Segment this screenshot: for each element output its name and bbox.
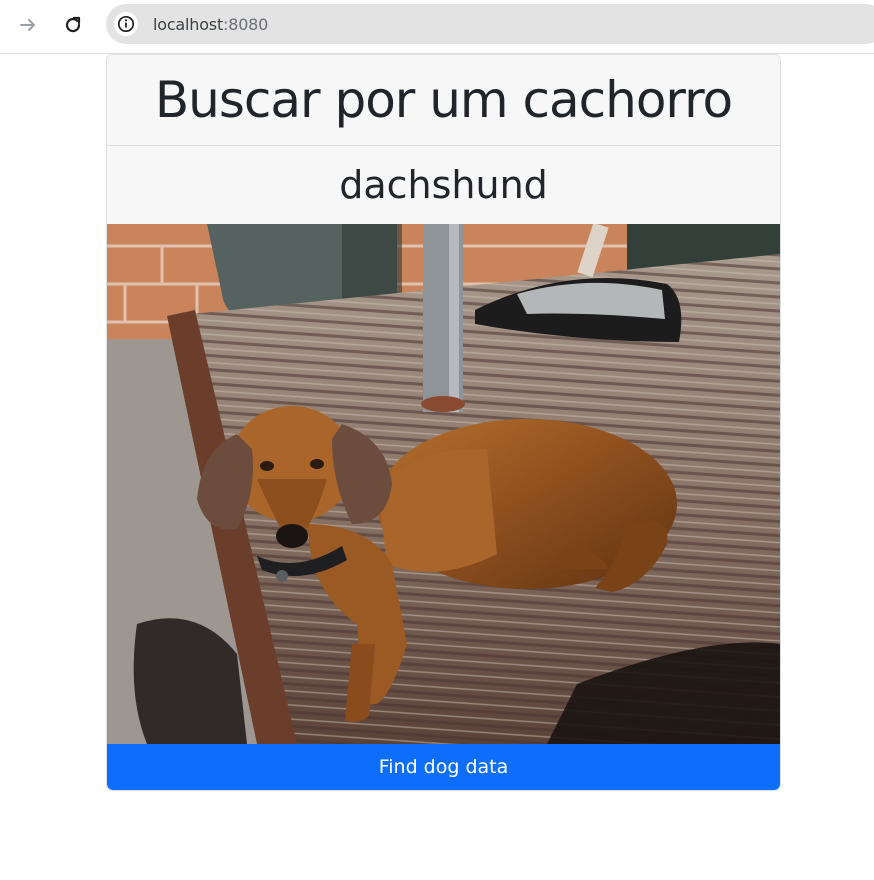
url-text[interactable]: localhost:8080 (153, 15, 268, 34)
arrow-right-icon (20, 19, 35, 31)
url-port: :8080 (223, 15, 269, 34)
address-bar[interactable]: localhost:8080 (106, 4, 874, 44)
page-title: Buscar por um cachorro (107, 55, 780, 146)
reload-button[interactable] (59, 11, 87, 39)
url-host: localhost (153, 15, 224, 34)
forward-button[interactable] (14, 11, 42, 39)
find-dog-data-button[interactable]: Find dog data (107, 744, 780, 790)
site-info-button[interactable] (114, 12, 138, 36)
browser-toolbar: localhost:8080 (0, 0, 874, 54)
breed-name: dachshund (107, 146, 780, 224)
dog-search-card: Buscar por um cachorro dachshund Find do… (106, 54, 781, 791)
info-icon (117, 15, 135, 33)
reload-icon (65, 16, 81, 33)
dog-photo (107, 224, 780, 744)
